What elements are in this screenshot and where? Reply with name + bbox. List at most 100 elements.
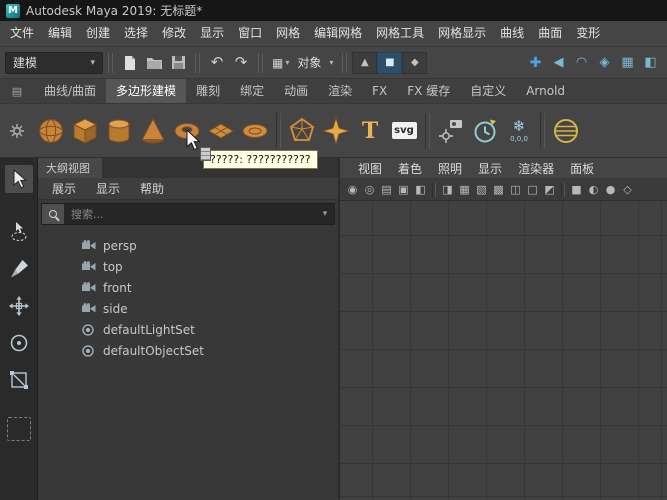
outliner-item-persp[interactable]: persp: [38, 235, 338, 256]
open-scene-button[interactable]: [142, 51, 166, 75]
status-group-grip[interactable]: [195, 53, 200, 73]
snap-to-projected-center-button[interactable]: ◈: [593, 51, 616, 74]
viewport-menu-view[interactable]: 视图: [350, 160, 390, 177]
shelf-item-bake-history[interactable]: [468, 108, 502, 154]
shelf-item-sweep-sphere[interactable]: [549, 108, 583, 154]
snap-to-grids-button[interactable]: ✚: [524, 51, 547, 74]
film-gate-icon[interactable]: ▩: [490, 184, 507, 195]
shelf-tab-sculpting[interactable]: 雕刻: [186, 79, 230, 103]
menu-windows[interactable]: 窗口: [231, 21, 269, 46]
status-group-grip[interactable]: [342, 53, 347, 73]
outliner-item-top[interactable]: top: [38, 256, 338, 277]
shelf-item-poly-cylinder[interactable]: [102, 108, 136, 154]
viewport-canvas[interactable]: [340, 201, 667, 500]
menu-file[interactable]: 文件: [3, 21, 41, 46]
shelf-options-button[interactable]: [0, 123, 34, 139]
menu-select[interactable]: 选择: [117, 21, 155, 46]
viewport-menu-shading[interactable]: 着色: [390, 160, 430, 177]
menu-mesh-display[interactable]: 网格显示: [431, 21, 493, 46]
snap-to-points-button[interactable]: ◠: [570, 51, 593, 74]
lock-camera-icon[interactable]: ◎: [361, 184, 378, 195]
wireframe-icon[interactable]: ■: [568, 184, 585, 195]
image-plane-icon[interactable]: ◧: [412, 184, 429, 195]
outliner-item-side[interactable]: side: [38, 298, 338, 319]
select-component-button[interactable]: ◆: [402, 52, 427, 74]
rotate-tool-button[interactable]: [5, 329, 33, 357]
shelf-item-poly-sphere[interactable]: [34, 108, 68, 154]
field-chart-icon[interactable]: ◩: [541, 184, 558, 195]
paint-select-tool-button[interactable]: [5, 255, 33, 283]
undo-button[interactable]: ↶: [205, 51, 229, 75]
menu-mesh[interactable]: 网格: [269, 21, 307, 46]
search-input[interactable]: 搜索...: [64, 206, 316, 222]
shelf-tab-fx[interactable]: FX: [362, 79, 397, 103]
resolution-gate-icon[interactable]: ◫: [507, 184, 524, 195]
selection-mask-presets-dropdown[interactable]: ▾: [325, 52, 337, 74]
gate-mask-icon[interactable]: □: [524, 184, 541, 195]
snap-to-curves-button[interactable]: ◀: [547, 51, 570, 74]
shelf-item-poly-cube[interactable]: [68, 108, 102, 154]
shelf-tab-poly-modeling[interactable]: 多边形建模: [106, 79, 186, 103]
shelf-tab-custom[interactable]: 自定义: [460, 79, 516, 103]
make-live-button[interactable]: ◧: [639, 51, 662, 74]
move-tool-button[interactable]: [5, 292, 33, 320]
viewport-menu-show[interactable]: 显示: [470, 160, 510, 177]
viewport-menu-renderer[interactable]: 渲染器: [510, 160, 562, 177]
shelf-tab-curves-surfaces[interactable]: 曲线/曲面: [34, 79, 106, 103]
grease-pencil-icon[interactable]: ▦: [456, 184, 473, 195]
shelf-item-type-tool[interactable]: T: [353, 108, 387, 154]
camera-attributes-icon[interactable]: ▤: [378, 184, 395, 195]
redo-button[interactable]: ↷: [229, 51, 253, 75]
status-group-grip[interactable]: [108, 53, 113, 73]
outliner-item-default-light-set[interactable]: defaultLightSet: [38, 319, 338, 340]
menu-mesh-tools[interactable]: 网格工具: [369, 21, 431, 46]
snap-to-view-planes-button[interactable]: ▦: [616, 51, 639, 74]
shelf-item-super-shape[interactable]: [319, 108, 353, 154]
scale-tool-button[interactable]: [5, 366, 33, 394]
lights-icon[interactable]: ◇: [619, 184, 636, 195]
menu-edit[interactable]: 编辑: [41, 21, 79, 46]
last-tool-slot[interactable]: [7, 417, 31, 441]
select-camera-icon[interactable]: ◉: [344, 184, 361, 195]
shelf-menu-button[interactable]: ▤: [0, 79, 34, 103]
menu-display[interactable]: 显示: [193, 21, 231, 46]
shelf-item-aim-camera[interactable]: [434, 108, 468, 154]
shelf-item-platonic-solid[interactable]: [285, 108, 319, 154]
shelf-tab-arnold[interactable]: Arnold: [516, 79, 575, 103]
outliner-item-default-object-set[interactable]: defaultObjectSet: [38, 340, 338, 361]
menu-curves[interactable]: 曲线: [493, 21, 531, 46]
search-filter-button[interactable]: [42, 204, 64, 224]
select-tool-button[interactable]: [5, 165, 33, 193]
grid-toggle-icon[interactable]: ▧: [473, 184, 490, 195]
menu-set-dropdown[interactable]: 建模 ▾: [5, 52, 103, 74]
outliner-menu-display[interactable]: 展示: [44, 180, 84, 197]
menu-create[interactable]: 创建: [79, 21, 117, 46]
select-hierarchy-button[interactable]: ▲: [352, 52, 377, 74]
menu-surfaces[interactable]: 曲面: [531, 21, 569, 46]
outliner-menu-help[interactable]: 帮助: [132, 180, 172, 197]
shelf-tab-fx-caching[interactable]: FX 缓存: [397, 79, 460, 103]
menu-edit-mesh[interactable]: 编辑网格: [307, 21, 369, 46]
lasso-tool-button[interactable]: [5, 218, 33, 246]
viewport-menu-panels[interactable]: 面板: [562, 160, 602, 177]
shelf-tab-rigging[interactable]: 绑定: [230, 79, 274, 103]
textured-icon[interactable]: ●: [602, 184, 619, 195]
shelf-tab-rendering[interactable]: 渲染: [318, 79, 362, 103]
shaded-icon[interactable]: ◐: [585, 184, 602, 195]
select-object-button[interactable]: ■: [377, 52, 402, 74]
new-scene-button[interactable]: [118, 51, 142, 75]
selection-mask-dropdown[interactable]: ▦ ▾: [268, 52, 293, 74]
shelf-tab-animation[interactable]: 动画: [274, 79, 318, 103]
status-group-grip[interactable]: [258, 53, 263, 73]
shelf-item-poly-cone[interactable]: [136, 108, 170, 154]
shelf-item-poly-disc[interactable]: [238, 108, 272, 154]
shelf-item-svg-tool[interactable]: svg: [387, 108, 421, 154]
viewport-menu-lighting[interactable]: 照明: [430, 160, 470, 177]
two-d-pan-zoom-icon[interactable]: ◨: [439, 184, 456, 195]
bookmark-icon[interactable]: ▣: [395, 184, 412, 195]
search-options-button[interactable]: ▾: [316, 209, 334, 219]
outliner-item-front[interactable]: front: [38, 277, 338, 298]
shelf-item-freeze-transform[interactable]: ❄ 0,0,0: [502, 108, 536, 154]
menu-modify[interactable]: 修改: [155, 21, 193, 46]
outliner-menu-show[interactable]: 显示: [88, 180, 128, 197]
